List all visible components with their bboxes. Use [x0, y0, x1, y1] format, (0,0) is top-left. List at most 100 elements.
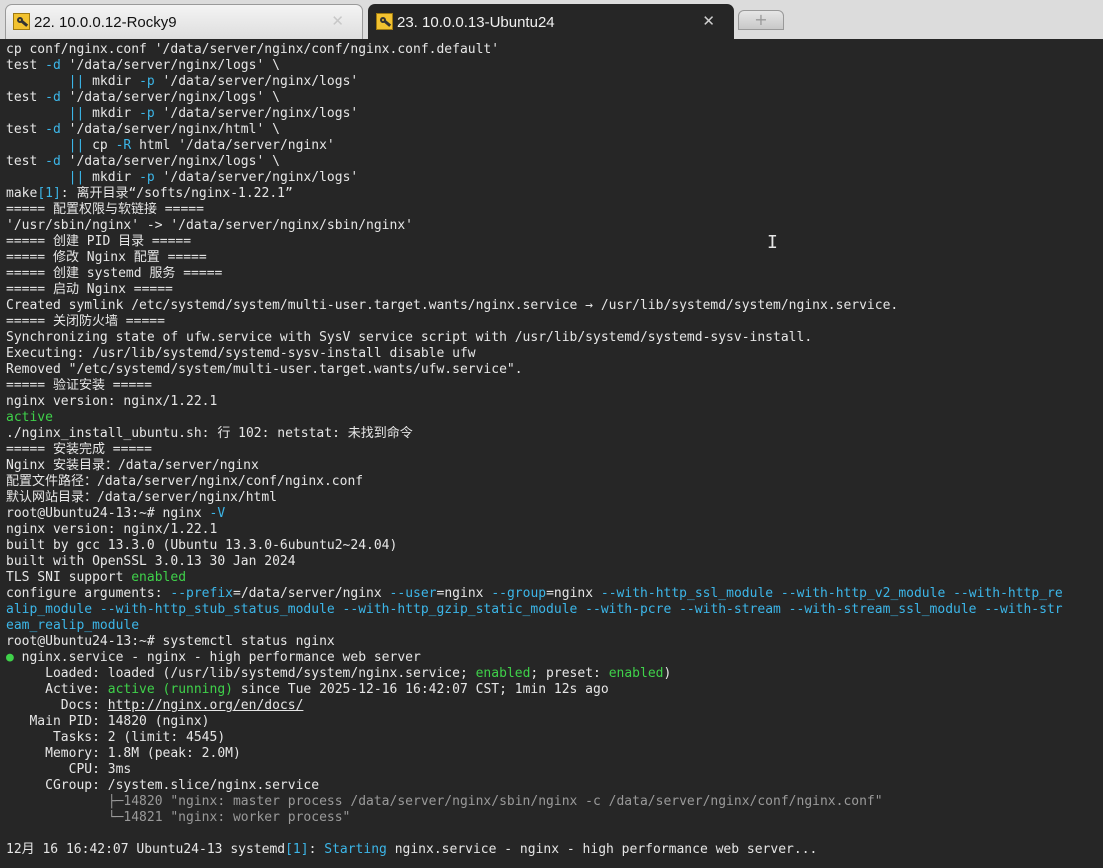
- terminal-text: test: [6, 90, 46, 105]
- terminal-text: 12月 16 16:42:07 Ubuntu24-13 systemd: [6, 842, 286, 857]
- terminal-line: || mkdir -p '/data/server/nginx/logs': [6, 74, 1103, 90]
- text-cursor-icon: I: [767, 232, 778, 253]
- tab-rocky9[interactable]: 22. 10.0.0.12-Rocky9 ✕: [5, 4, 363, 39]
- terminal-text: root@Ubuntu24-13:~# nginx: [6, 506, 210, 521]
- terminal-text: ===== 启动 Nginx =====: [6, 282, 173, 297]
- terminal-text: test: [6, 122, 46, 137]
- terminal-line: make[1]: 离开目录“/softs/nginx-1.22.1”: [6, 186, 1103, 202]
- terminal-line: ===== 创建 PID 目录 =====: [6, 234, 1103, 250]
- terminal-line: Memory: 1.8M (peak: 2.0M): [6, 746, 1103, 762]
- terminal-line: 默认网站目录：/data/server/nginx/html: [6, 490, 1103, 506]
- terminal-text: since Tue 2025-12-16 16:42:07 CST; 1min …: [232, 682, 609, 697]
- terminal-line: Synchronizing state of ufw.service with …: [6, 330, 1103, 346]
- terminal-text: Synchronizing state of ufw.service with …: [6, 330, 813, 345]
- terminal-text: nginx.service - nginx - high performance…: [13, 650, 421, 665]
- terminal-line: built with OpenSSL 3.0.13 30 Jan 2024: [6, 554, 1103, 570]
- terminal-text: ●: [6, 650, 14, 665]
- terminal-text: '/data/server/nginx/logs' \: [60, 154, 280, 169]
- terminal-text: -p: [139, 106, 155, 121]
- terminal-line: active: [6, 410, 1103, 426]
- terminal-text: -V: [209, 506, 226, 521]
- close-icon[interactable]: ✕: [331, 13, 344, 30]
- terminal-text: TLS SNI support: [6, 570, 132, 585]
- terminal-line: test -d '/data/server/nginx/html' \: [6, 122, 1103, 138]
- terminal-text: -d: [45, 154, 61, 169]
- terminal-text: built with OpenSSL 3.0.13 30 Jan 2024: [6, 554, 296, 569]
- terminal-line: || mkdir -p '/data/server/nginx/logs': [6, 106, 1103, 122]
- terminal-text: Memory: 1.8M (peak: 2.0M): [6, 746, 241, 761]
- terminal-text: root@Ubuntu24-13:~# systemctl status ngi…: [6, 634, 335, 649]
- terminal-line: ● nginx.service - nginx - high performan…: [6, 650, 1103, 666]
- terminal-lines: cp conf/nginx.conf '/data/server/nginx/c…: [6, 42, 1103, 858]
- terminal-text: ||: [68, 74, 85, 89]
- close-icon[interactable]: ✕: [702, 13, 715, 30]
- terminal-line: || mkdir -p '/data/server/nginx/logs': [6, 170, 1103, 186]
- terminal-text: '/data/server/nginx/logs': [154, 74, 359, 89]
- terminal-text: --prefix: [170, 586, 233, 601]
- terminal-line: test -d '/data/server/nginx/logs' \: [6, 90, 1103, 106]
- terminal-text: Docs:: [6, 698, 108, 713]
- tab-label: 22. 10.0.0.12-Rocky9: [34, 13, 177, 31]
- terminal-text: enabled: [608, 666, 664, 681]
- terminal-line: root@Ubuntu24-13:~# systemctl status ngi…: [6, 634, 1103, 650]
- new-tab-button[interactable]: +: [738, 10, 784, 30]
- terminal-text: built by gcc 13.3.0 (Ubuntu 13.3.0-6ubun…: [6, 538, 398, 553]
- terminal-text: eam_realip_module: [6, 618, 140, 633]
- docs-link[interactable]: http://nginx.org/en/docs/: [108, 698, 304, 713]
- key-icon: [376, 13, 393, 30]
- terminal-text: -d: [45, 90, 61, 105]
- terminal-line: Nginx 安装目录：/data/server/nginx: [6, 458, 1103, 474]
- terminal-text: test: [6, 154, 46, 169]
- terminal-line: Tasks: 2 (limit: 4545): [6, 730, 1103, 746]
- terminal-line: Removed "/etc/systemd/system/multi-user.…: [6, 362, 1103, 378]
- terminal-line: └─14821 "nginx: worker process": [6, 810, 1103, 826]
- terminal-line: nginx version: nginx/1.22.1: [6, 522, 1103, 538]
- terminal-text: cp conf/nginx.conf '/data/server/nginx/c…: [6, 42, 500, 57]
- terminal-text: CPU: 3ms: [6, 762, 132, 777]
- terminal-text: ===== 验证安装 =====: [6, 378, 152, 393]
- terminal-text: --user: [389, 586, 437, 601]
- terminal-text: active: [6, 410, 53, 425]
- terminal-text: CGroup: /system.slice/nginx.service: [6, 778, 320, 793]
- terminal-text: Tasks: 2 (limit: 4545): [6, 730, 226, 745]
- terminal-text: nginx version: nginx/1.22.1: [6, 522, 218, 537]
- terminal-line: Docs: http://nginx.org/en/docs/: [6, 698, 1103, 714]
- key-icon: [13, 13, 30, 30]
- terminal-line: cp conf/nginx.conf '/data/server/nginx/c…: [6, 42, 1103, 58]
- terminal-text: ===== 创建 systemd 服务 =====: [6, 266, 223, 281]
- terminal-line: ===== 配置权限与软链接 =====: [6, 202, 1103, 218]
- terminal-line: ├─14820 "nginx: master process /data/ser…: [6, 794, 1103, 810]
- terminal-line: root@Ubuntu24-13:~# nginx -V: [6, 506, 1103, 522]
- terminal-line: CPU: 3ms: [6, 762, 1103, 778]
- tab-label: 23. 10.0.0.13-Ubuntu24: [397, 13, 555, 31]
- terminal-text: Executing: /usr/lib/systemd/systemd-sysv…: [6, 346, 476, 361]
- terminal-output[interactable]: cp conf/nginx.conf '/data/server/nginx/c…: [0, 39, 1103, 868]
- terminal-text: ===== 关闭防火墙 =====: [6, 314, 165, 329]
- terminal-text: ===== 修改 Nginx 配置 =====: [6, 250, 207, 265]
- terminal-text: ./nginx_install_ubuntu.sh: 行 102: netsta…: [6, 426, 413, 441]
- terminal-text: : 离开目录“/softs/nginx-1.22.1”: [60, 186, 293, 201]
- terminal-line: TLS SNI support enabled: [6, 570, 1103, 586]
- terminal-line: CGroup: /system.slice/nginx.service: [6, 778, 1103, 794]
- terminal-text: Active:: [6, 682, 108, 697]
- terminal-text: ===== 创建 PID 目录 =====: [6, 234, 192, 249]
- terminal-text: -R: [115, 138, 132, 153]
- terminal-text: :: [308, 842, 325, 857]
- terminal-line: 12月 16 16:42:07 Ubuntu24-13 systemd[1]: …: [6, 842, 1103, 858]
- terminal-line: nginx version: nginx/1.22.1: [6, 394, 1103, 410]
- terminal-text: mkdir: [84, 106, 140, 121]
- terminal-text: └─14821 "nginx: worker process": [6, 810, 351, 825]
- terminal-line: ===== 验证安装 =====: [6, 378, 1103, 394]
- terminal-text: ||: [68, 138, 85, 153]
- terminal-line: Loaded: loaded (/usr/lib/systemd/system/…: [6, 666, 1103, 682]
- terminal-text: ||: [68, 170, 85, 185]
- terminal-text: '/data/server/nginx/logs' \: [60, 58, 280, 73]
- terminal-text: -p: [139, 74, 155, 89]
- terminal-text: '/data/server/nginx/logs' \: [60, 90, 280, 105]
- tab-ubuntu24[interactable]: 23. 10.0.0.13-Ubuntu24 ✕: [368, 4, 734, 39]
- terminal-text: Main PID: 14820 (nginx): [6, 714, 210, 729]
